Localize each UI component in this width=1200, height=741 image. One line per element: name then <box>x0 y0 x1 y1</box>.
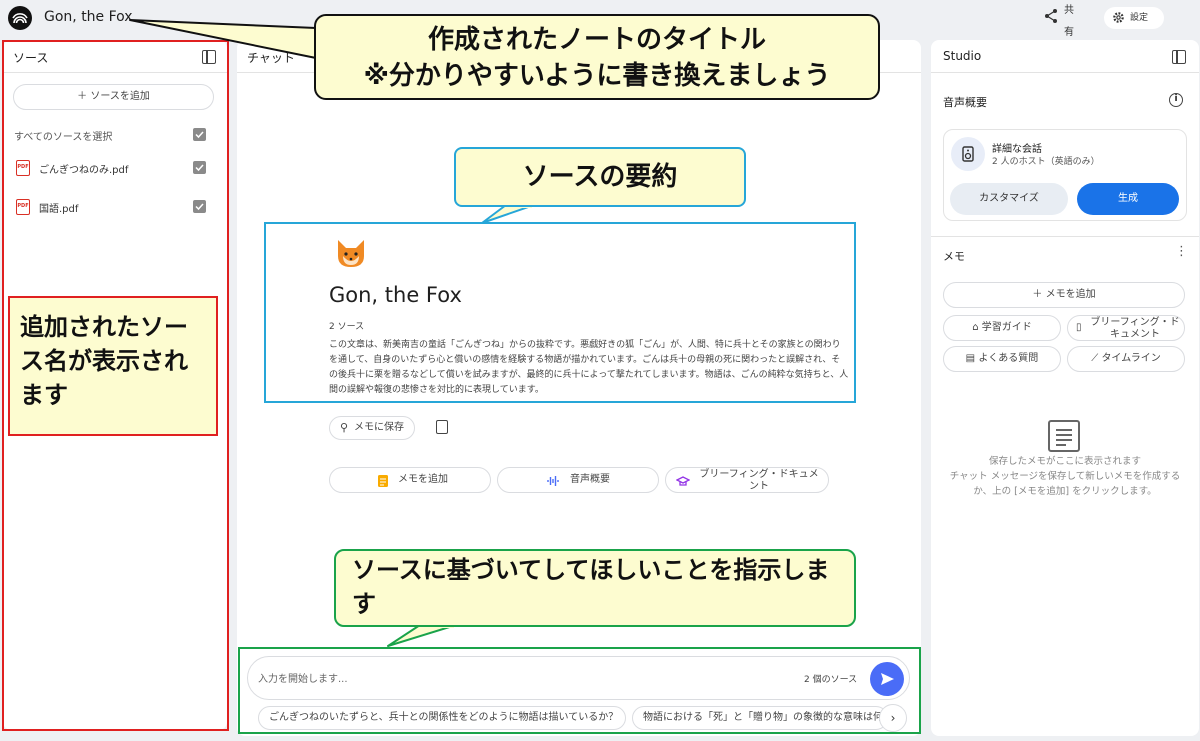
share-button[interactable]: 共有 <box>1034 0 1088 38</box>
settings-button[interactable]: 設定 <box>1104 7 1164 29</box>
note-icon <box>1048 420 1080 452</box>
customize-button[interactable]: カスタマイズ <box>950 183 1068 215</box>
summary-callout: ソースの要約 <box>454 147 746 207</box>
studio-panel-title: Studio <box>943 49 982 63</box>
audio-card-title: 詳細な会話 <box>992 144 1042 155</box>
graduation-cap-icon <box>676 476 690 486</box>
note-icon <box>378 475 388 487</box>
briefing-doc-label: ブリーフィング・ドキュメント <box>699 469 819 492</box>
collapse-panel-icon[interactable] <box>1172 50 1186 64</box>
title-callout: 作成されたノートのタイトル ※分かりやすいように書き換えましょう <box>314 14 880 100</box>
memo-empty-line2: チャット メッセージを保存して新しいメモを作成するか、上の [メモを追加] をク… <box>949 471 1181 497</box>
chat-panel-title: チャット <box>247 51 295 65</box>
share-label: 共有 <box>1064 5 1074 38</box>
graduation-cap-icon: ⌂ <box>972 322 982 333</box>
memo-empty-state: 保存したメモがここに表示されます チャット メッセージを保存して新しいメモを作成… <box>943 454 1187 499</box>
copy-icon[interactable] <box>436 420 448 434</box>
timeline-chip[interactable]: ⟋ タイムライン <box>1067 346 1185 372</box>
add-memo-label: メモを追加 <box>1045 289 1096 300</box>
study-guide-chip[interactable]: ⌂ 学習ガイド <box>943 315 1061 341</box>
audio-overview-heading: 音声概要 <box>943 96 987 109</box>
add-memo-button[interactable]: ＋ メモを追加 <box>943 282 1185 308</box>
add-memo-chip[interactable]: メモを追加 <box>329 467 491 493</box>
memo-empty-line1: 保存したメモがここに表示されます <box>988 456 1141 467</box>
divider <box>931 236 1199 237</box>
audio-overview-chip[interactable]: 音声概要 <box>497 467 659 493</box>
title-callout-line1: 作成されたノートのタイトル <box>427 25 766 55</box>
save-to-memo-button[interactable]: ⚲ メモに保存 <box>329 416 415 440</box>
notebooklm-logo-icon[interactable] <box>8 6 32 30</box>
audio-card-subtitle: 2 人のホスト（英語のみ） <box>992 157 1100 167</box>
highlight-frame-input <box>238 647 921 734</box>
plus-icon: ＋ <box>1032 289 1046 300</box>
timeline-icon: ⟋ <box>1091 353 1102 364</box>
memo-heading: メモ <box>943 250 965 263</box>
audio-wave-icon <box>547 476 559 486</box>
pin-icon: ⚲ <box>340 421 349 434</box>
faq-icon: ▤ <box>965 353 979 364</box>
faq-chip[interactable]: ▤ よくある質問 <box>943 346 1061 372</box>
briefing-doc-chip[interactable]: ブリーフィング・ドキュメント <box>665 467 829 493</box>
divider <box>931 72 1199 73</box>
settings-label: 設定 <box>1130 13 1149 23</box>
more-vert-icon[interactable]: ⋮ <box>1175 244 1188 259</box>
save-memo-label: メモに保存 <box>354 422 404 433</box>
speaker-icon <box>951 137 985 171</box>
document-icon: ▯ <box>1076 322 1082 333</box>
study-guide-label: 学習ガイド <box>981 322 1032 333</box>
gear-icon <box>1113 12 1124 23</box>
info-icon[interactable]: i <box>1169 93 1183 107</box>
title-callout-line2: ※分かりやすいように書き換えましょう <box>363 61 831 91</box>
source-callout: 追加されたソース名が表示されます <box>8 296 218 436</box>
generate-button[interactable]: 生成 <box>1077 183 1179 215</box>
prompt-callout: ソースに基づいてしてほしいことを指示します <box>334 549 856 627</box>
share-icon <box>1045 9 1057 23</box>
highlight-frame-summary <box>264 222 856 403</box>
briefing-document-chip[interactable]: ▯ ブリーフィング・ドキュメント <box>1067 315 1185 341</box>
faq-label: よくある質問 <box>978 353 1039 364</box>
timeline-label: タイムライン <box>1101 353 1161 364</box>
notebook-title[interactable]: Gon, the Fox <box>44 9 133 25</box>
briefing-document-label: ブリーフィング・ドキュメント <box>1090 317 1180 340</box>
